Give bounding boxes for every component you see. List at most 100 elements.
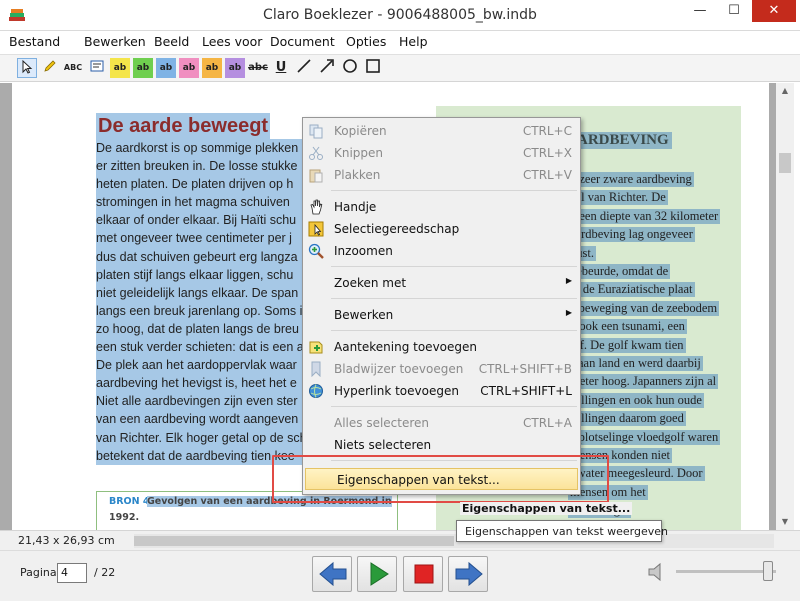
menu-lees-voor[interactable]: Lees voor [202,34,262,49]
sidebar-body-line: p een diepte van 32 kilometer [568,208,721,224]
menu-bestand[interactable]: Bestand [9,34,60,49]
page-dimensions: 21,43 x 26,93 cm [18,534,115,547]
sidebar-body-line: n ook een tsunami, een [568,319,687,335]
highlight-yellow-icon[interactable]: ab [110,58,130,78]
vertical-scrollbar[interactable]: ▲ ▼ [776,83,794,530]
arrow-right-icon [455,561,483,587]
submenu-arrow-icon: ▶ [565,276,572,285]
play-icon [370,562,389,586]
highlight-annotation [272,455,609,503]
stop-button[interactable] [403,556,443,592]
menu-opties[interactable]: Opties [346,34,386,49]
menu-item-kopieren[interactable]: Kopiëren CTRL+C [303,120,580,142]
sidebar-body-line: aal van Richter. De [568,190,668,206]
arrow-left-icon [319,561,347,587]
menu-separator [331,330,577,331]
menu-item-bewerken[interactable]: Bewerken ▶ [303,304,580,326]
pencil-icon[interactable] [40,58,60,78]
play-button[interactable] [357,556,397,592]
menu-item-selectiegereedschap[interactable]: Selectiegereedschap [303,218,580,240]
context-menu: Kopiëren CTRL+C Knippen CTRL+X Plakken C… [302,117,581,495]
rectangle-tool-icon[interactable] [363,58,383,78]
speaker-icon[interactable] [646,561,666,583]
source-label: BRON 4 [109,496,150,507]
menu-document[interactable]: Document [270,34,335,49]
circle-tool-icon[interactable] [340,58,360,78]
menu-bewerken[interactable]: Bewerken [84,34,146,49]
sidebar-body-line: s aan land en werd daarbij [568,356,703,371]
horizontal-scroll-thumb[interactable] [134,536,454,546]
sidebar-body-line: trillingen daarom goed [568,411,686,427]
menu-item-alles-selecteren[interactable]: Alles selecteren CTRL+A [303,412,580,434]
hyperlink-icon [308,383,324,399]
textbox-icon[interactable] [87,58,107,78]
tooltip: Eigenschappen van tekst weergeven [456,520,668,542]
menu-item-hyperlink-toevoegen[interactable]: Hyperlink toevoegen CTRL+SHIFT+L [303,380,580,402]
menu-separator [331,406,577,407]
zoom-in-icon [308,243,324,259]
next-button[interactable] [448,556,488,592]
sidebar-body-line: meter hoog. Japanners zijn al [568,374,719,390]
menu-beeld[interactable]: Beeld [154,34,189,49]
horizontal-scrollbar[interactable] [134,534,774,548]
menu-item-aantekening-toevoegen[interactable]: Aantekening toevoegen [303,336,580,358]
window-title: Claro Boeklezer - 9006488005_bw.indb [263,7,537,23]
select-pointer-icon[interactable] [17,58,37,78]
sidebar-body-line: aardbeving lag ongeveer [568,227,695,243]
highlight-blue-icon[interactable]: ab [156,58,176,78]
underline-icon[interactable]: U [271,58,291,78]
menu-item-plakken[interactable]: Plakken CTRL+V [303,164,580,186]
sidebar-body-line: e plotselinge vloedgolf waren [568,429,721,445]
sidebar-body-line: n zeer zware aardbeving [568,172,694,187]
sidebar-body-line: er de Euraziatische plaat [568,282,695,298]
bookmark-icon [308,361,324,378]
selection-tool-icon [308,221,324,237]
highlight-orange-icon[interactable]: ab [202,58,222,78]
scroll-up-icon[interactable]: ▲ [776,83,794,99]
menu-item-niets-selecteren[interactable]: Niets selecteren [303,434,580,456]
title-bar: Claro Boeklezer - 9006488005_bw.indb — ☐… [0,0,800,31]
submenu-arrow-icon: ▶ [565,308,572,317]
sidebar-body-line: trillingen en ook hun oude [568,392,704,408]
tooltip-text: Eigenschappen van tekst weergeven [465,525,668,538]
menu-help[interactable]: Help [399,34,428,49]
sidebar-body-line: e beweging van de zeebodem [568,300,720,316]
add-note-icon [308,339,324,355]
toolbar: ABC ab ab ab ab ab ab abc U [0,54,800,82]
page-number-input[interactable]: 4 [57,563,87,583]
sidebar-title: ARDBEVING [574,132,672,149]
menu-item-handje[interactable]: Handje [303,196,580,218]
previous-button[interactable] [312,556,352,592]
strikethrough-icon[interactable]: abc [248,58,268,78]
playback-bar: Pagina 4 / 22 [0,550,800,601]
source-year: 1992. [109,512,140,523]
article-heading: De aarde beweegt [96,113,271,139]
sidebar-body-line: gebeurde, omdat de [568,264,671,279]
volume-slider-thumb[interactable] [763,561,773,581]
page-total: / 22 [94,566,116,579]
scroll-down-icon[interactable]: ▼ [776,514,794,530]
menu-bar: Bestand Bewerken Beeld Lees voor Documen… [0,31,800,53]
minimize-button[interactable]: — [682,0,718,22]
maximize-button[interactable]: ☐ [716,0,752,22]
highlight-purple-icon[interactable]: ab [225,58,245,78]
stop-icon [414,564,434,584]
abc-icon[interactable]: ABC [63,58,83,78]
menu-item-knippen[interactable]: Knippen CTRL+X [303,142,580,164]
highlight-pink-icon[interactable]: ab [179,58,199,78]
menu-item-zoeken-met[interactable]: Zoeken met ▶ [303,272,580,294]
menu-separator [331,266,577,267]
status-row: 21,43 x 26,93 cm [0,530,800,550]
close-button[interactable]: ✕ [752,0,796,22]
menu-item-inzoomen[interactable]: Inzoomen [303,240,580,262]
vertical-scroll-thumb[interactable] [779,153,791,173]
sidebar-body-line: olf. De golf kwam tien [568,337,686,353]
tooltip-title: Eigenschappen van tekst... [460,502,633,515]
arrow-tool-icon[interactable] [317,58,337,78]
menu-item-bladwijzer-toevoegen[interactable]: Bladwijzer toevoegen CTRL+SHIFT+B [303,358,580,380]
volume-track[interactable] [676,570,776,573]
hand-icon [308,199,324,215]
line-tool-icon[interactable] [294,58,314,78]
scissors-icon [308,145,324,161]
highlight-green-icon[interactable]: ab [133,58,153,78]
